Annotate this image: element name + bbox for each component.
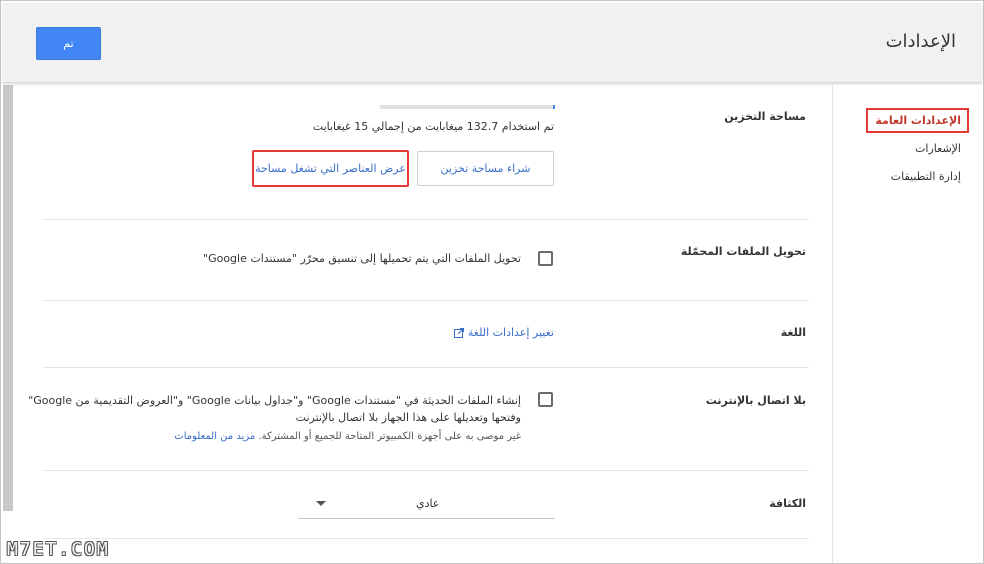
storage-label: مساحة التخزين [724, 110, 806, 123]
scrollbar[interactable] [3, 85, 13, 511]
external-link-icon [453, 327, 464, 338]
sidebar-item-general[interactable]: الإعدادات العامة [866, 108, 969, 133]
learn-more-link[interactable]: مزيد من المعلومات [174, 431, 255, 442]
offline-option-line2: وفتحها وتعديلها على هذا الجهاز بلا اتصال… [295, 411, 521, 424]
sidebar-item-manage-apps[interactable]: إدارة التطبيقات [891, 170, 961, 183]
storage-progress-bar [380, 105, 555, 109]
divider [43, 538, 809, 539]
convert-checkbox[interactable] [538, 251, 553, 266]
offline-note: غير موصى به على أجهزة الكمبيوتر المتاحة … [174, 431, 521, 442]
storage-usage-text: تم استخدام 132.7 ميغابايت من إجمالي 15 غ… [312, 120, 554, 133]
offline-option-line1: إنشاء الملفات الحديثة في "مستندات Google… [28, 394, 521, 407]
language-label: اللغة [780, 326, 806, 339]
convert-label: تحويل الملفات المحمّلة [680, 245, 806, 258]
header-bar: الإعدادات تم [3, 3, 982, 83]
sidebar: الإعدادات العامة الإشعارات إدارة التطبيق… [832, 85, 983, 563]
watermark: M7ET.COM [7, 539, 110, 560]
settings-window: الإعدادات تم الإعدادات العامة الإشعارات … [0, 0, 984, 564]
sidebar-item-notifications[interactable]: الإشعارات [915, 142, 961, 155]
divider [43, 219, 809, 220]
done-button[interactable]: تم [36, 27, 101, 60]
density-value: عادي [416, 497, 440, 510]
view-items-button[interactable]: عرض العناصر التي تشغل مساحة [252, 150, 409, 187]
page-title: الإعدادات [885, 31, 956, 52]
density-select[interactable]: عادي [298, 493, 555, 519]
offline-checkbox[interactable] [538, 392, 553, 407]
offline-note-text: غير موصى به على أجهزة الكمبيوتر المتاحة … [258, 431, 521, 442]
divider [43, 300, 809, 301]
offline-label: بلا اتصال بالإنترنت [705, 394, 806, 407]
language-settings-link[interactable]: تغيير إعدادات اللغة [453, 326, 554, 339]
divider [43, 367, 809, 368]
chevron-down-icon [316, 501, 326, 506]
storage-progress-fill [553, 105, 555, 109]
divider [43, 470, 809, 471]
density-label: الكثافة [769, 497, 806, 510]
buy-storage-button[interactable]: شراء مساحة تخزين [417, 151, 554, 186]
convert-option-text: تحويل الملفات التي يتم تحميلها إلى تنسيق… [203, 252, 521, 265]
language-link-text[interactable]: تغيير إعدادات اللغة [468, 326, 554, 339]
